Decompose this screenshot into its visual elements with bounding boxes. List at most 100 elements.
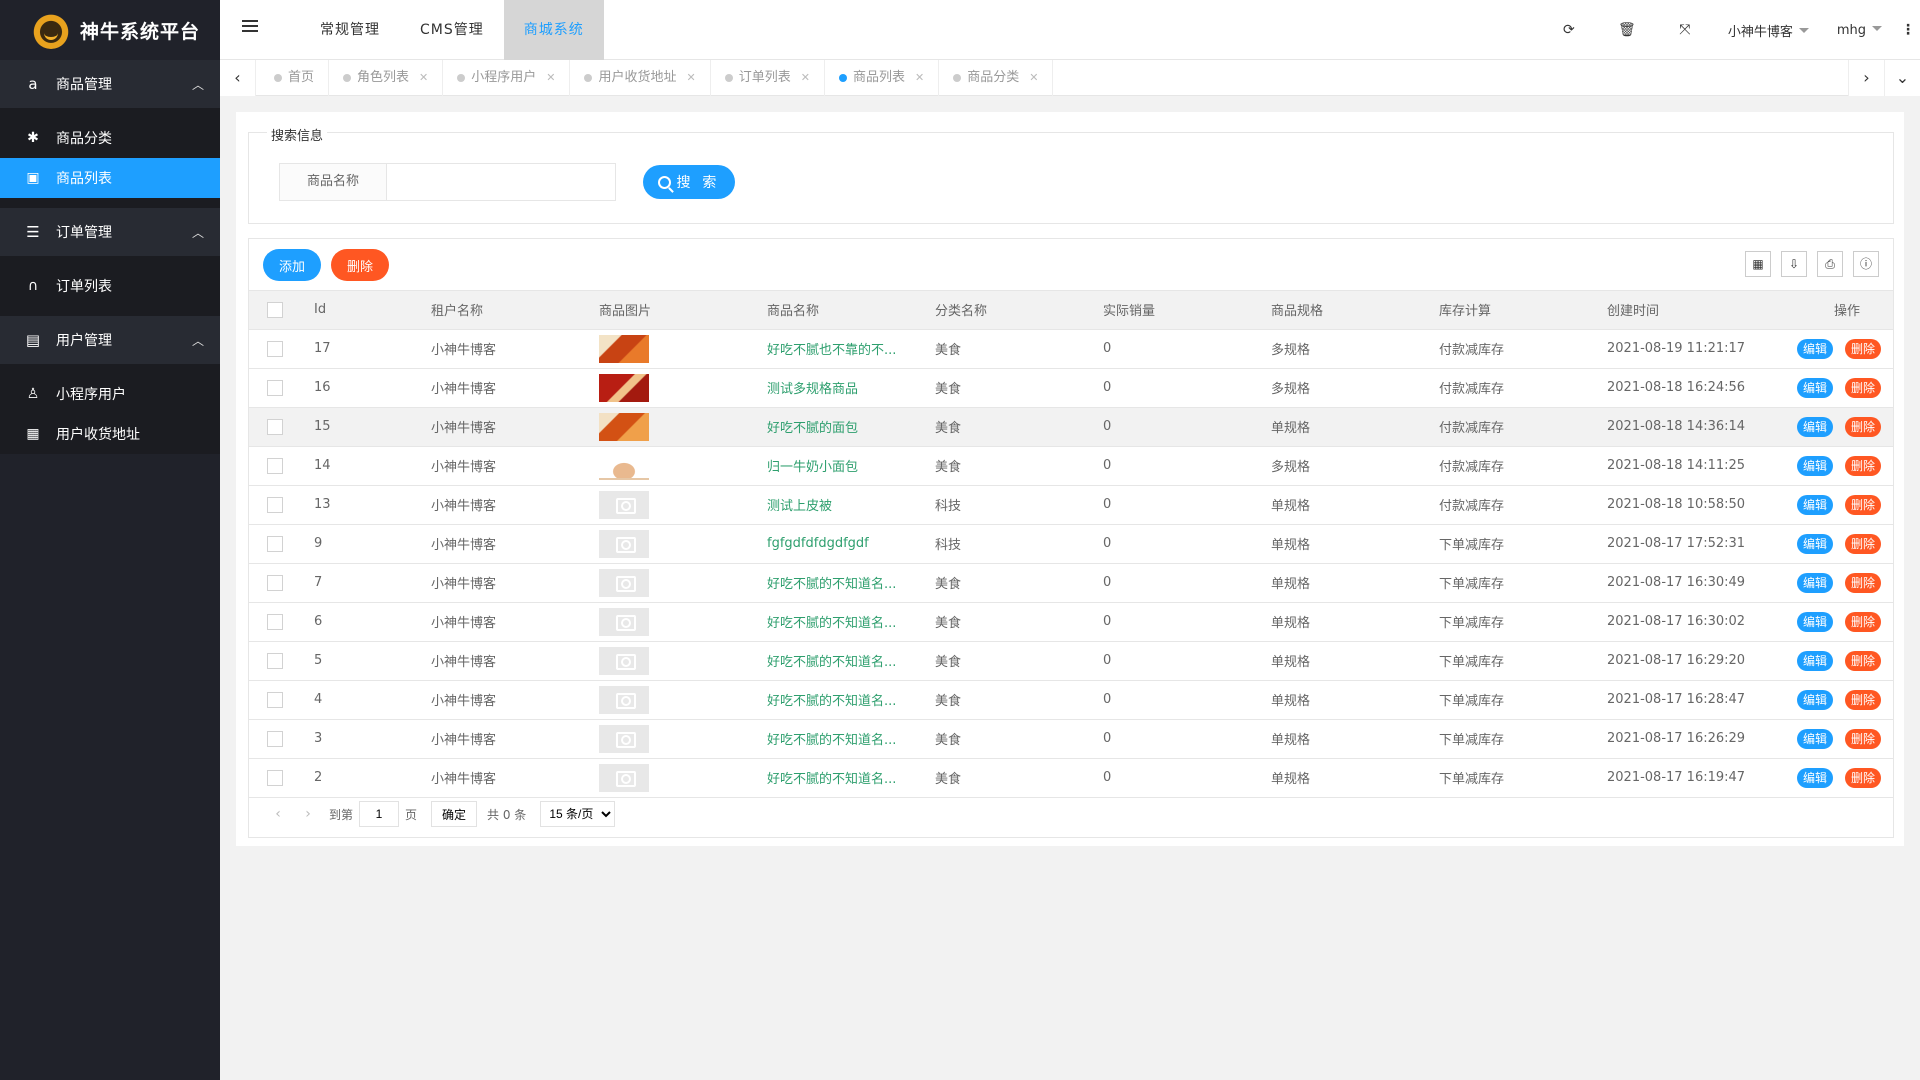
select-all-checkbox[interactable] bbox=[267, 301, 283, 318]
chevron-down-icon[interactable]: ⌄ bbox=[1884, 60, 1920, 96]
table-row[interactable]: 15 小神牛博客 好吃不腻的面包 美食 0 单规格 付款减库存 2021-08-18 14:3… bbox=[249, 407, 1893, 447]
goods-thumbnail[interactable] bbox=[599, 490, 649, 519]
columns-icon[interactable]: ▦ bbox=[1745, 251, 1771, 277]
goods-thumbnail[interactable] bbox=[599, 568, 649, 597]
logo[interactable]: 神牛系统平台 bbox=[0, 0, 220, 60]
goods-name-link[interactable]: 测试多规格商品 bbox=[767, 382, 858, 397]
tab-goods-list[interactable]: 商品列表 ✕ bbox=[825, 60, 940, 96]
tab-mini-users[interactable]: 小程序用户 ✕ bbox=[443, 60, 571, 96]
goods-name-link[interactable]: 好吃不腻的不知道名... bbox=[767, 772, 896, 787]
goods-thumbnail[interactable] bbox=[599, 646, 649, 675]
edit-button[interactable]: 编辑 bbox=[1797, 338, 1833, 359]
close-icon[interactable]: ✕ bbox=[419, 60, 428, 96]
goods-thumbnail[interactable] bbox=[599, 724, 649, 753]
sidebar-item-user-address[interactable]: ▦ 用户收货地址 bbox=[0, 414, 220, 454]
info-icon[interactable]: ⓘ bbox=[1853, 251, 1879, 277]
close-icon[interactable]: ✕ bbox=[801, 60, 810, 96]
table-row[interactable]: 14 小神牛博客 归一牛奶小面包 美食 0 多规格 付款减库存 2021-08-18 14:1… bbox=[249, 446, 1893, 486]
goods-thumbnail[interactable] bbox=[599, 412, 649, 441]
tab-home[interactable]: 首页 bbox=[260, 60, 330, 96]
prev-page-icon[interactable]: ‹ bbox=[263, 806, 293, 822]
goods-thumbnail[interactable] bbox=[599, 685, 649, 714]
delete-button[interactable]: 删除 bbox=[1845, 455, 1881, 476]
search-button[interactable]: 搜 索 bbox=[643, 165, 735, 199]
table-row[interactable]: 5 小神牛博客 好吃不腻的不知道名... 美食 0 单规格 下单减库存 2021-08-17 … bbox=[249, 641, 1893, 681]
goods-name-link[interactable]: 好吃不腻的不知道名... bbox=[767, 733, 896, 748]
row-checkbox[interactable] bbox=[267, 535, 283, 552]
fullscreen-icon[interactable]: ⤧ bbox=[1656, 22, 1714, 38]
export-icon[interactable]: ⇩ bbox=[1781, 251, 1807, 277]
table-row[interactable]: 3 小神牛博客 好吃不腻的不知道名... 美食 0 单规格 下单减库存 2021-08-17 … bbox=[249, 719, 1893, 759]
sidebar-item-order-list[interactable]: ∩ 订单列表 bbox=[0, 266, 220, 306]
sidebar-item-mini-users[interactable]: ♙ 小程序用户 bbox=[0, 374, 220, 414]
edit-button[interactable]: 编辑 bbox=[1797, 416, 1833, 437]
account-menu[interactable]: mhg bbox=[1823, 23, 1896, 38]
page-number-input[interactable] bbox=[359, 801, 400, 827]
row-checkbox[interactable] bbox=[267, 457, 283, 474]
table-row[interactable]: 17 小神牛博客 好吃不腻也不靠的不... 美食 0 多规格 付款减库存 2021-08-19… bbox=[249, 329, 1893, 369]
goods-name-link[interactable]: 归一牛奶小面包 bbox=[767, 460, 858, 475]
goods-name-link[interactable]: 好吃不腻的不知道名... bbox=[767, 694, 896, 709]
delete-button[interactable]: 删除 bbox=[1845, 572, 1881, 593]
edit-button[interactable]: 编辑 bbox=[1797, 767, 1833, 788]
top-nav-mall[interactable]: 商城系统 bbox=[503, 0, 604, 60]
goods-name-link[interactable]: 好吃不腻也不靠的不... bbox=[767, 343, 896, 358]
user-menu[interactable]: 小神牛博客 bbox=[1714, 21, 1823, 40]
top-nav-cms[interactable]: CMS管理 bbox=[400, 0, 504, 60]
goods-name-link[interactable]: 好吃不腻的不知道名... bbox=[767, 655, 896, 670]
edit-button[interactable]: 编辑 bbox=[1797, 455, 1833, 476]
goods-name-link[interactable]: 好吃不腻的不知道名... bbox=[767, 577, 896, 592]
table-row[interactable]: 4 小神牛博客 好吃不腻的不知道名... 美食 0 单规格 下单减库存 2021-08-17 … bbox=[249, 680, 1893, 720]
next-page-icon[interactable]: › bbox=[293, 806, 323, 822]
tab-goods-category[interactable]: 商品分类 ✕ bbox=[939, 60, 1054, 96]
row-checkbox[interactable] bbox=[267, 379, 283, 396]
row-checkbox[interactable] bbox=[267, 340, 283, 357]
table-row[interactable]: 13 小神牛博客 测试上皮被 科技 0 单规格 付款减库存 2021-08-18 10:58:… bbox=[249, 485, 1893, 525]
top-nav-general[interactable]: 常规管理 bbox=[300, 0, 400, 60]
edit-button[interactable]: 编辑 bbox=[1797, 377, 1833, 398]
delete-button[interactable]: 删除 bbox=[1845, 338, 1881, 359]
edit-button[interactable]: 编辑 bbox=[1797, 611, 1833, 632]
edit-button[interactable]: 编辑 bbox=[1797, 728, 1833, 749]
refresh-icon[interactable]: ⟳ bbox=[1540, 22, 1598, 38]
goods-thumbnail[interactable] bbox=[599, 607, 649, 636]
goods-name-link[interactable]: 好吃不腻的面包 bbox=[767, 421, 858, 436]
menu-group-users[interactable]: ▤ 用户管理 ︿ bbox=[0, 316, 220, 364]
menu-toggle-icon[interactable] bbox=[242, 20, 258, 34]
table-row[interactable]: 9 小神牛博客 fgfgdfdfdgdfgdf 科技 0 单规格 下单减库存 2021-08-… bbox=[249, 524, 1893, 564]
row-checkbox[interactable] bbox=[267, 730, 283, 747]
delete-button[interactable]: 删除 bbox=[1845, 767, 1881, 788]
goods-thumbnail[interactable] bbox=[599, 451, 649, 480]
table-row[interactable]: 6 小神牛博客 好吃不腻的不知道名... 美食 0 单规格 下单减库存 2021-08-17 … bbox=[249, 602, 1893, 642]
goods-thumbnail[interactable] bbox=[599, 373, 649, 402]
delete-button[interactable]: 删除 bbox=[1845, 650, 1881, 671]
delete-button[interactable]: 删除 bbox=[1845, 377, 1881, 398]
chevron-left-icon[interactable]: ‹ bbox=[220, 60, 256, 96]
delete-button[interactable]: 删除 bbox=[1845, 533, 1881, 554]
delete-button[interactable]: 删除 bbox=[1845, 611, 1881, 632]
close-icon[interactable]: ✕ bbox=[546, 60, 555, 96]
chevron-right-icon[interactable]: › bbox=[1848, 60, 1884, 96]
print-icon[interactable]: ⎙ bbox=[1817, 251, 1843, 277]
row-checkbox[interactable] bbox=[267, 574, 283, 591]
goods-name-link[interactable]: 测试上皮被 bbox=[767, 499, 832, 514]
delete-button[interactable]: 删除 bbox=[1845, 728, 1881, 749]
goods-thumbnail[interactable] bbox=[599, 763, 649, 792]
row-checkbox[interactable] bbox=[267, 769, 283, 786]
delete-button[interactable]: 删除 bbox=[1845, 416, 1881, 437]
row-checkbox[interactable] bbox=[267, 496, 283, 513]
goods-thumbnail[interactable] bbox=[599, 334, 649, 363]
row-checkbox[interactable] bbox=[267, 613, 283, 630]
tab-user-address[interactable]: 用户收货地址 ✕ bbox=[570, 60, 711, 96]
row-checkbox[interactable] bbox=[267, 652, 283, 669]
row-checkbox[interactable] bbox=[267, 691, 283, 708]
goods-thumbnail[interactable] bbox=[599, 529, 649, 558]
delete-button[interactable]: 删除 bbox=[1845, 494, 1881, 515]
batch-delete-button[interactable]: 删除 bbox=[331, 249, 389, 281]
goto-confirm-button[interactable]: 确定 bbox=[431, 801, 478, 827]
tab-roles[interactable]: 角色列表 ✕ bbox=[329, 60, 444, 96]
trash-icon[interactable]: 🗑 bbox=[1598, 22, 1656, 38]
sidebar-item-goods-list[interactable]: ▣ 商品列表 bbox=[0, 158, 220, 198]
goods-name-link[interactable]: 好吃不腻的不知道名... bbox=[767, 616, 896, 631]
edit-button[interactable]: 编辑 bbox=[1797, 572, 1833, 593]
